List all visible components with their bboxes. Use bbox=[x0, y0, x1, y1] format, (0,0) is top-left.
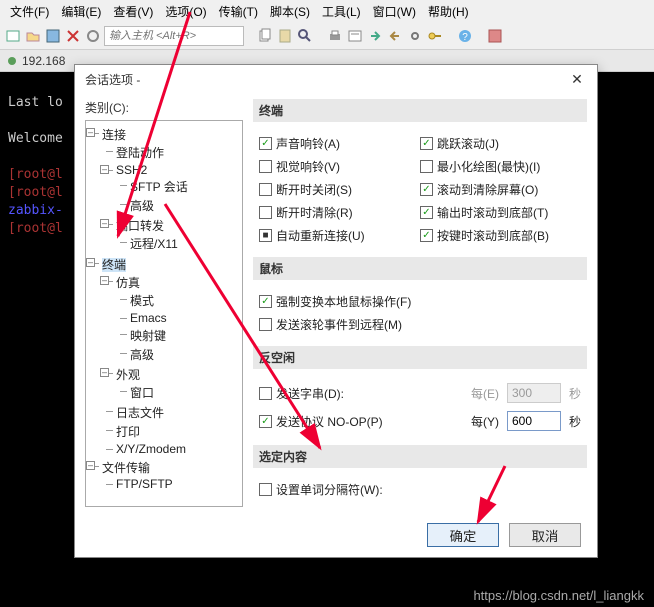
settings-icon[interactable] bbox=[406, 27, 424, 45]
status-dot-icon bbox=[8, 57, 16, 65]
save-icon[interactable] bbox=[44, 27, 62, 45]
tree-logfile[interactable]: 日志文件 bbox=[116, 406, 164, 420]
transfer2-icon[interactable] bbox=[386, 27, 404, 45]
menu-script[interactable]: 脚本(S) bbox=[264, 1, 316, 22]
tree-adv1[interactable]: 高级 bbox=[130, 199, 154, 213]
chk-jump-scroll[interactable]: ✓跳跃滚动(J) bbox=[420, 132, 581, 155]
tree-connection[interactable]: 连接 bbox=[102, 128, 126, 142]
tree-print[interactable]: 打印 bbox=[116, 425, 140, 439]
chk-send-protocol[interactable]: ✓发送协议 NO-OP(P) bbox=[259, 413, 383, 430]
session-options-dialog: 会话选项 - ✕ 类别(C): –连接 登陆动作 –SSH2 SFTP 会话 高… bbox=[74, 64, 598, 558]
chk-auto-reconnect[interactable]: ■自动重新连接(U) bbox=[259, 224, 420, 247]
label-every-e: 每(E) bbox=[471, 385, 499, 402]
tree-mode[interactable]: 模式 bbox=[130, 294, 154, 308]
key-icon[interactable] bbox=[426, 27, 444, 45]
menu-window[interactable]: 窗口(W) bbox=[367, 1, 422, 22]
menu-transfer[interactable]: 传输(T) bbox=[213, 1, 264, 22]
tree-window[interactable]: 窗口 bbox=[130, 386, 154, 400]
host-input[interactable] bbox=[104, 26, 244, 46]
copy-icon[interactable] bbox=[256, 27, 274, 45]
label-sec-2: 秒 bbox=[569, 413, 581, 430]
properties-icon[interactable] bbox=[346, 27, 364, 45]
menu-tools[interactable]: 工具(L) bbox=[316, 1, 367, 22]
tree-ftpsftp[interactable]: FTP/SFTP bbox=[116, 477, 173, 491]
cancel-button[interactable]: 取消 bbox=[509, 523, 581, 547]
menu-view[interactable]: 查看(V) bbox=[107, 1, 159, 22]
tree-terminal[interactable]: 终端 bbox=[102, 258, 126, 272]
chk-clear-disconnect[interactable]: 断开时清除(R) bbox=[259, 201, 420, 224]
disconnect-icon[interactable] bbox=[64, 27, 82, 45]
dialog-title: 会话选项 - bbox=[85, 71, 140, 88]
new-session-icon[interactable] bbox=[4, 27, 22, 45]
find-icon[interactable] bbox=[296, 27, 314, 45]
tree-login[interactable]: 登陆动作 bbox=[116, 146, 164, 160]
label-sec-1: 秒 bbox=[569, 385, 581, 402]
tree-emacs[interactable]: Emacs bbox=[130, 311, 167, 325]
reconnect-icon[interactable] bbox=[84, 27, 102, 45]
extra-icon[interactable] bbox=[486, 27, 504, 45]
category-tree[interactable]: –连接 登陆动作 –SSH2 SFTP 会话 高级 –端口转发 远程/X11 bbox=[85, 120, 243, 507]
watermark: https://blog.csdn.net/l_liangkk bbox=[473, 588, 644, 603]
open-icon[interactable] bbox=[24, 27, 42, 45]
section-terminal: 终端 bbox=[253, 99, 587, 122]
tree-look[interactable]: 外观 bbox=[116, 368, 140, 382]
menu-edit[interactable]: 编辑(E) bbox=[55, 1, 107, 22]
chk-force-mouse[interactable]: ✓强制变换本地鼠标操作(F) bbox=[259, 290, 581, 313]
help-icon[interactable]: ? bbox=[456, 27, 474, 45]
interval-y-input[interactable] bbox=[507, 411, 561, 431]
tree-keymap[interactable]: 映射键 bbox=[130, 329, 166, 343]
chk-scroll-output[interactable]: ✓输出时滚动到底部(T) bbox=[420, 201, 581, 224]
section-antiidle: 反空闲 bbox=[253, 346, 587, 369]
chk-send-wheel[interactable]: 发送滚轮事件到远程(M) bbox=[259, 313, 581, 336]
close-button[interactable]: ✕ bbox=[567, 69, 587, 89]
menubar: 文件(F) 编辑(E) 查看(V) 选项(O) 传输(T) 脚本(S) 工具(L… bbox=[0, 0, 654, 22]
transfer-icon[interactable] bbox=[366, 27, 384, 45]
chk-scroll-clear[interactable]: ✓滚动到清除屏幕(O) bbox=[420, 178, 581, 201]
tree-remote[interactable]: 远程/X11 bbox=[130, 237, 178, 251]
interval-e-input bbox=[507, 383, 561, 403]
tree-ssh2[interactable]: SSH2 bbox=[116, 163, 147, 177]
label-every-y: 每(Y) bbox=[471, 413, 499, 430]
tree-filetransfer[interactable]: 文件传输 bbox=[102, 461, 150, 475]
menu-options[interactable]: 选项(O) bbox=[159, 1, 212, 22]
section-selection: 选定内容 bbox=[253, 445, 587, 468]
ok-button[interactable]: 确定 bbox=[427, 523, 499, 547]
tree-adv2[interactable]: 高级 bbox=[130, 348, 154, 362]
tree-portfwd[interactable]: 端口转发 bbox=[116, 219, 164, 233]
chk-close-disconnect[interactable]: 断开时关闭(S) bbox=[259, 178, 420, 201]
dialog-titlebar: 会话选项 - ✕ bbox=[75, 65, 597, 93]
section-mouse: 鼠标 bbox=[253, 257, 587, 280]
paste-icon[interactable] bbox=[276, 27, 294, 45]
tree-emu[interactable]: 仿真 bbox=[116, 276, 140, 290]
tab-ip[interactable]: 192.168 bbox=[22, 54, 65, 68]
menu-help[interactable]: 帮助(H) bbox=[422, 1, 475, 22]
toolbar: ? bbox=[0, 22, 654, 50]
chk-word-sep[interactable]: 设置单词分隔符(W): bbox=[259, 478, 581, 501]
menu-file[interactable]: 文件(F) bbox=[4, 1, 55, 22]
chk-send-string[interactable]: 发送字串(D): bbox=[259, 385, 344, 402]
category-label: 类别(C): bbox=[85, 99, 243, 116]
chk-scroll-key[interactable]: ✓按键时滚动到底部(B) bbox=[420, 224, 581, 247]
chk-audio-bell[interactable]: ✓声音响铃(A) bbox=[259, 132, 420, 155]
tree-sftp[interactable]: SFTP 会话 bbox=[130, 180, 188, 194]
print-icon[interactable] bbox=[326, 27, 344, 45]
chk-min-draw[interactable]: 最小化绘图(最快)(I) bbox=[420, 155, 581, 178]
tree-xyz[interactable]: X/Y/Zmodem bbox=[116, 442, 186, 456]
svg-text:?: ? bbox=[462, 32, 468, 43]
chk-visual-bell[interactable]: 视觉响铃(V) bbox=[259, 155, 420, 178]
